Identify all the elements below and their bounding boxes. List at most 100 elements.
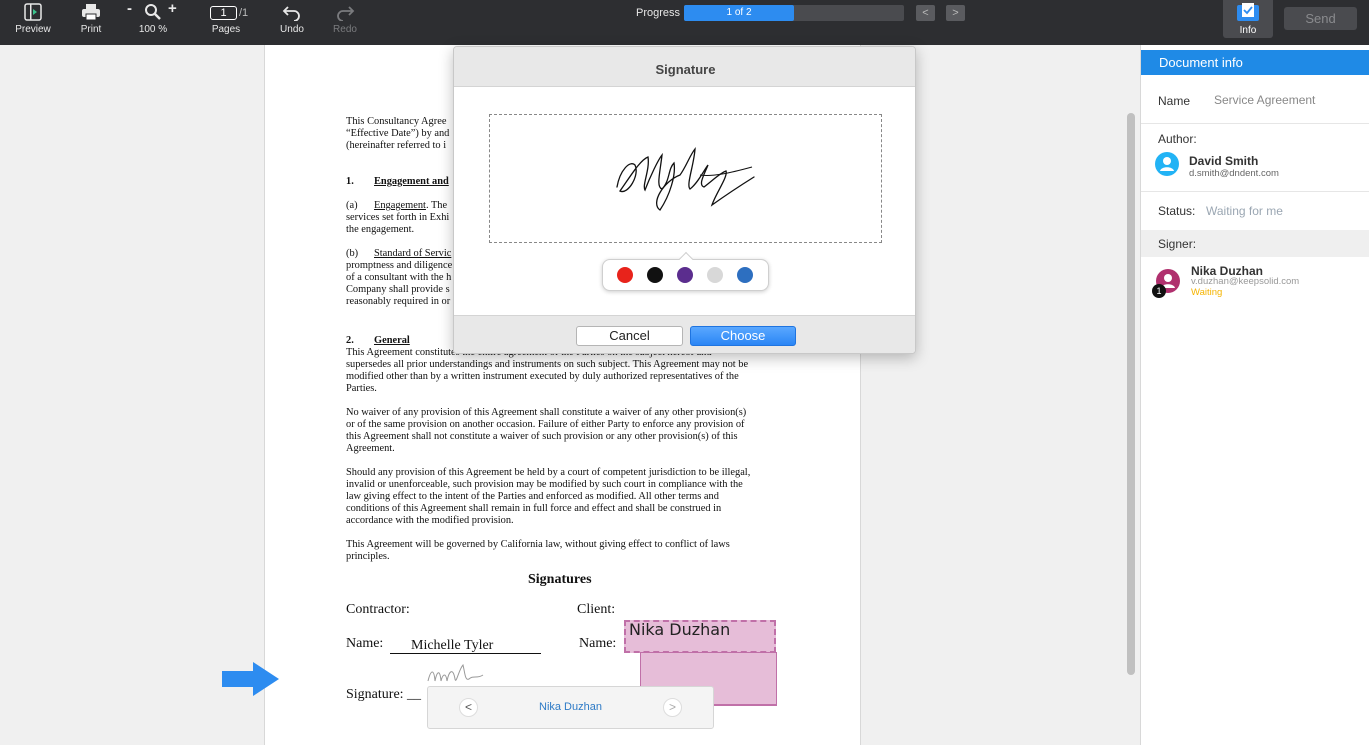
paragraph-line: No waiver of any provision of this Agree…	[346, 407, 747, 418]
signer-order-badge: 1	[1152, 284, 1166, 298]
progress-label: Progress	[636, 7, 681, 19]
page-number-input[interactable]: 1	[210, 6, 237, 20]
color-swatch-purple[interactable]	[677, 267, 693, 283]
redo-label: Redo	[333, 24, 357, 35]
clause-line: . The	[425, 200, 448, 211]
print-button[interactable]: Print	[74, 0, 108, 45]
next-field-arrow-icon[interactable]	[221, 661, 281, 697]
pen-color-picker	[602, 251, 769, 291]
document-info-panel: Document info Name Service Agreement Aut…	[1140, 45, 1369, 745]
clause-label: (b)	[346, 248, 359, 259]
signature-drawing-area[interactable]	[489, 114, 882, 243]
magnifier-icon	[145, 4, 161, 20]
status-value: Waiting for me	[1206, 204, 1283, 218]
signer-section-header: Signer:	[1141, 230, 1369, 257]
color-swatch-blue[interactable]	[737, 267, 753, 283]
preview-label: Preview	[15, 24, 51, 35]
undo-button[interactable]: Undo	[275, 0, 309, 45]
signer-label: Signer:	[1158, 237, 1197, 251]
signer-switcher: < Nika Duzhan >	[427, 686, 714, 729]
color-swatch-black[interactable]	[647, 267, 663, 283]
redo-icon	[337, 6, 355, 21]
paragraph-line: conditions of this Agreement shall remai…	[346, 503, 722, 514]
paragraph-line: principles.	[346, 551, 390, 562]
paragraph-line: or of the same provision on another occa…	[346, 419, 745, 430]
paragraph-line: invalid or unenforceable, such provision…	[346, 479, 743, 490]
info-checklist-icon	[1237, 3, 1259, 21]
section-title: General	[374, 335, 410, 346]
general-paragraph-2: No waiver of any provision of this Agree…	[346, 407, 786, 455]
zoom-out-button[interactable]: -	[127, 0, 132, 17]
next-field-button[interactable]: >	[946, 5, 965, 21]
paragraph-line: modified other than by a written instrum…	[346, 371, 739, 382]
zoom-in-button[interactable]: +	[168, 0, 177, 17]
cancel-button[interactable]: Cancel	[576, 326, 683, 346]
client-label: Client:	[577, 602, 616, 617]
color-swatch-gray[interactable]	[707, 267, 723, 283]
clause-title: Engagement	[374, 200, 426, 211]
dialog-title: Signature	[454, 47, 915, 87]
zoom-level: 100 %	[138, 24, 168, 35]
clause-label: (a)	[346, 200, 358, 211]
client-name-label: Name:	[579, 636, 617, 651]
section-number: 2.	[346, 335, 354, 346]
preview-button[interactable]: Preview	[12, 0, 54, 45]
contractor-signature-image	[427, 664, 484, 682]
divider	[1141, 123, 1369, 124]
paragraph-line: Parties.	[346, 383, 377, 394]
contractor-name-value: Michelle Tyler	[390, 638, 541, 654]
paragraph-line: This Agreement will be governed by Calif…	[346, 539, 730, 550]
user-icon	[1160, 157, 1174, 171]
color-swatch-red[interactable]	[617, 267, 633, 283]
paragraph-line: accordance with the modified provision.	[346, 515, 514, 526]
vertical-scrollbar[interactable]	[1127, 113, 1135, 675]
paragraph-line: supersedes all prior understandings and …	[346, 359, 749, 370]
general-paragraph-3: Should any provision of this Agreement b…	[346, 467, 786, 527]
document-name-value: Service Agreement	[1214, 93, 1316, 107]
pages-control: 1 /1 Pages	[196, 0, 256, 45]
undo-label: Undo	[280, 24, 304, 35]
general-paragraph-1: This Agreement constitutes the entire ag…	[346, 347, 786, 395]
author-avatar	[1155, 152, 1179, 176]
pages-label: Pages	[211, 24, 241, 35]
paragraph-line: this Agreement shall not constitute a wa…	[346, 431, 738, 442]
print-label: Print	[80, 24, 102, 35]
next-signer-button[interactable]: >	[663, 698, 682, 717]
info-label: Info	[1239, 25, 1257, 36]
undo-icon	[282, 6, 300, 21]
contractor-signature-label: Signature: __	[346, 687, 422, 702]
dialog-footer: Cancel Choose	[454, 315, 915, 353]
author-label: Author:	[1158, 132, 1197, 146]
general-paragraph-4: This Agreement will be governed by Calif…	[346, 539, 786, 563]
toolbar: Preview Print - + 100 % 1 /1 Pages Undo	[0, 0, 1369, 45]
section-title: Engagement and	[374, 176, 449, 187]
paragraph-line: law giving effect to the intent of the P…	[346, 491, 719, 502]
author-email: d.smith@dndent.com	[1189, 168, 1279, 179]
progress-bar: 1 of 2	[684, 5, 904, 21]
status-label: Status:	[1158, 204, 1196, 218]
contractor-name-label: Name:	[346, 636, 384, 651]
prev-field-button[interactable]: <	[916, 5, 935, 21]
send-button[interactable]: Send	[1284, 7, 1357, 30]
zoom-control: - + 100 %	[125, 0, 181, 45]
paragraph-line: Should any provision of this Agreement b…	[346, 467, 751, 478]
progress-fill: 1 of 2	[684, 5, 794, 21]
drawn-signature-image	[616, 147, 755, 211]
contractor-label: Contractor:	[346, 602, 410, 617]
author-name: David Smith	[1189, 154, 1259, 168]
signature-dialog: Signature Cancel Choose	[453, 46, 916, 354]
client-name-field[interactable]: Nika Duzhan	[624, 620, 776, 653]
printer-icon	[82, 4, 100, 21]
redo-button[interactable]: Redo	[328, 0, 362, 45]
name-label: Name	[1158, 94, 1191, 108]
preview-icon	[24, 3, 42, 21]
signer-email: v.duzhan@keepsolid.com	[1191, 276, 1300, 287]
page-total: /1	[239, 7, 249, 19]
paragraph-line: Agreement.	[346, 443, 395, 454]
picker-notch	[678, 251, 694, 267]
choose-button[interactable]: Choose	[690, 326, 796, 346]
divider	[1141, 191, 1369, 192]
info-button[interactable]: Info	[1223, 0, 1273, 38]
clause-title: Standard of Servic	[374, 248, 452, 259]
signatures-heading: Signatures	[528, 572, 592, 587]
